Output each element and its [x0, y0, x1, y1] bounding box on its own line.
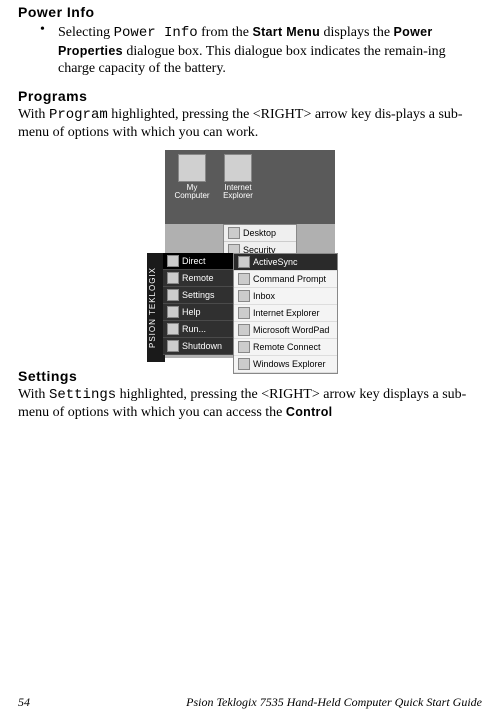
list-item: ActiveSync	[234, 254, 337, 271]
item-icon	[238, 256, 250, 268]
cascade-menu: ActiveSync Command Prompt Inbox Internet…	[233, 253, 338, 374]
list-item: Shutdown	[163, 338, 233, 355]
screenshot-image: My Computer Internet Explorer Desktop Se…	[165, 150, 335, 358]
computer-icon	[178, 154, 206, 182]
figure-screenshot: My Computer Internet Explorer Desktop Se…	[18, 150, 482, 358]
list-item: Remote Connect	[234, 339, 337, 356]
item-icon	[167, 306, 179, 318]
item-icon	[238, 273, 250, 285]
list-item: Settings	[163, 287, 233, 304]
item-label: Run...	[182, 324, 206, 334]
item-label: Desktop	[243, 228, 276, 238]
text: Selecting	[58, 25, 114, 40]
page-number: 54	[18, 695, 30, 710]
text: With	[18, 107, 49, 122]
ui-term: Control	[286, 405, 333, 419]
heading-programs: Programs	[18, 88, 482, 104]
item-label: Settings	[182, 290, 215, 300]
paragraph-settings: With Settings highlighted, pressing the …	[18, 386, 482, 422]
heading-power-info: Power Info	[18, 4, 482, 20]
item-icon	[238, 358, 250, 370]
item-label: Internet Explorer	[253, 308, 320, 318]
doc-title: Psion Teklogix 7535 Hand-Held Computer Q…	[186, 695, 482, 710]
mono-text: Program	[49, 107, 108, 123]
item-icon	[238, 341, 250, 353]
list-item: Inbox	[234, 288, 337, 305]
list-item: Desktop	[224, 225, 296, 242]
item-label: Command Prompt	[253, 274, 326, 284]
item-icon	[238, 324, 250, 336]
item-icon	[167, 340, 179, 352]
mono-text: Power Info	[114, 25, 198, 41]
item-icon	[238, 307, 250, 319]
list-item: Microsoft WordPad	[234, 322, 337, 339]
item-label: Windows Explorer	[253, 359, 326, 369]
ui-term: Start Menu	[252, 25, 320, 39]
item-label: Microsoft WordPad	[253, 325, 329, 335]
paragraph-programs: With Program highlighted, pressing the <…	[18, 106, 482, 142]
item-icon	[167, 323, 179, 335]
item-label: Inbox	[253, 291, 275, 301]
list-item: Direct	[163, 253, 233, 270]
list-item: Run...	[163, 321, 233, 338]
item-icon	[167, 255, 179, 267]
start-menu: Direct Remote Settings Help Run... Shutd…	[163, 253, 233, 355]
item-label: Remote Connect	[253, 342, 321, 352]
list-item: Internet Explorer	[234, 305, 337, 322]
bullet-item: • Selecting Power Info from the Start Me…	[40, 22, 482, 84]
text: displays the	[320, 25, 394, 40]
list-item: Command Prompt	[234, 271, 337, 288]
item-icon	[238, 290, 250, 302]
item-label: Direct	[182, 256, 206, 266]
text: With	[18, 387, 49, 402]
icon-label: My Computer	[174, 183, 209, 200]
ie-icon	[224, 154, 252, 182]
mono-text: Settings	[49, 387, 116, 403]
desktop-icon-my-computer: My Computer	[173, 154, 211, 201]
item-icon	[167, 289, 179, 301]
bullet-text: Selecting Power Info from the Start Menu…	[58, 24, 482, 78]
list-item: Remote	[163, 270, 233, 287]
folder-icon	[228, 227, 240, 239]
item-label: Shutdown	[182, 341, 222, 351]
item-icon	[167, 272, 179, 284]
text: from the	[198, 25, 253, 40]
page-footer: 54 Psion Teklogix 7535 Hand-Held Compute…	[18, 695, 482, 710]
icon-label: Internet Explorer	[223, 183, 253, 200]
item-label: Help	[182, 307, 201, 317]
item-label: Remote	[182, 273, 214, 283]
item-label: ActiveSync	[253, 257, 298, 267]
list-item: Help	[163, 304, 233, 321]
bullet-marker: •	[40, 22, 58, 84]
list-item: Windows Explorer	[234, 356, 337, 373]
desktop-icon-ie: Internet Explorer	[219, 154, 257, 201]
